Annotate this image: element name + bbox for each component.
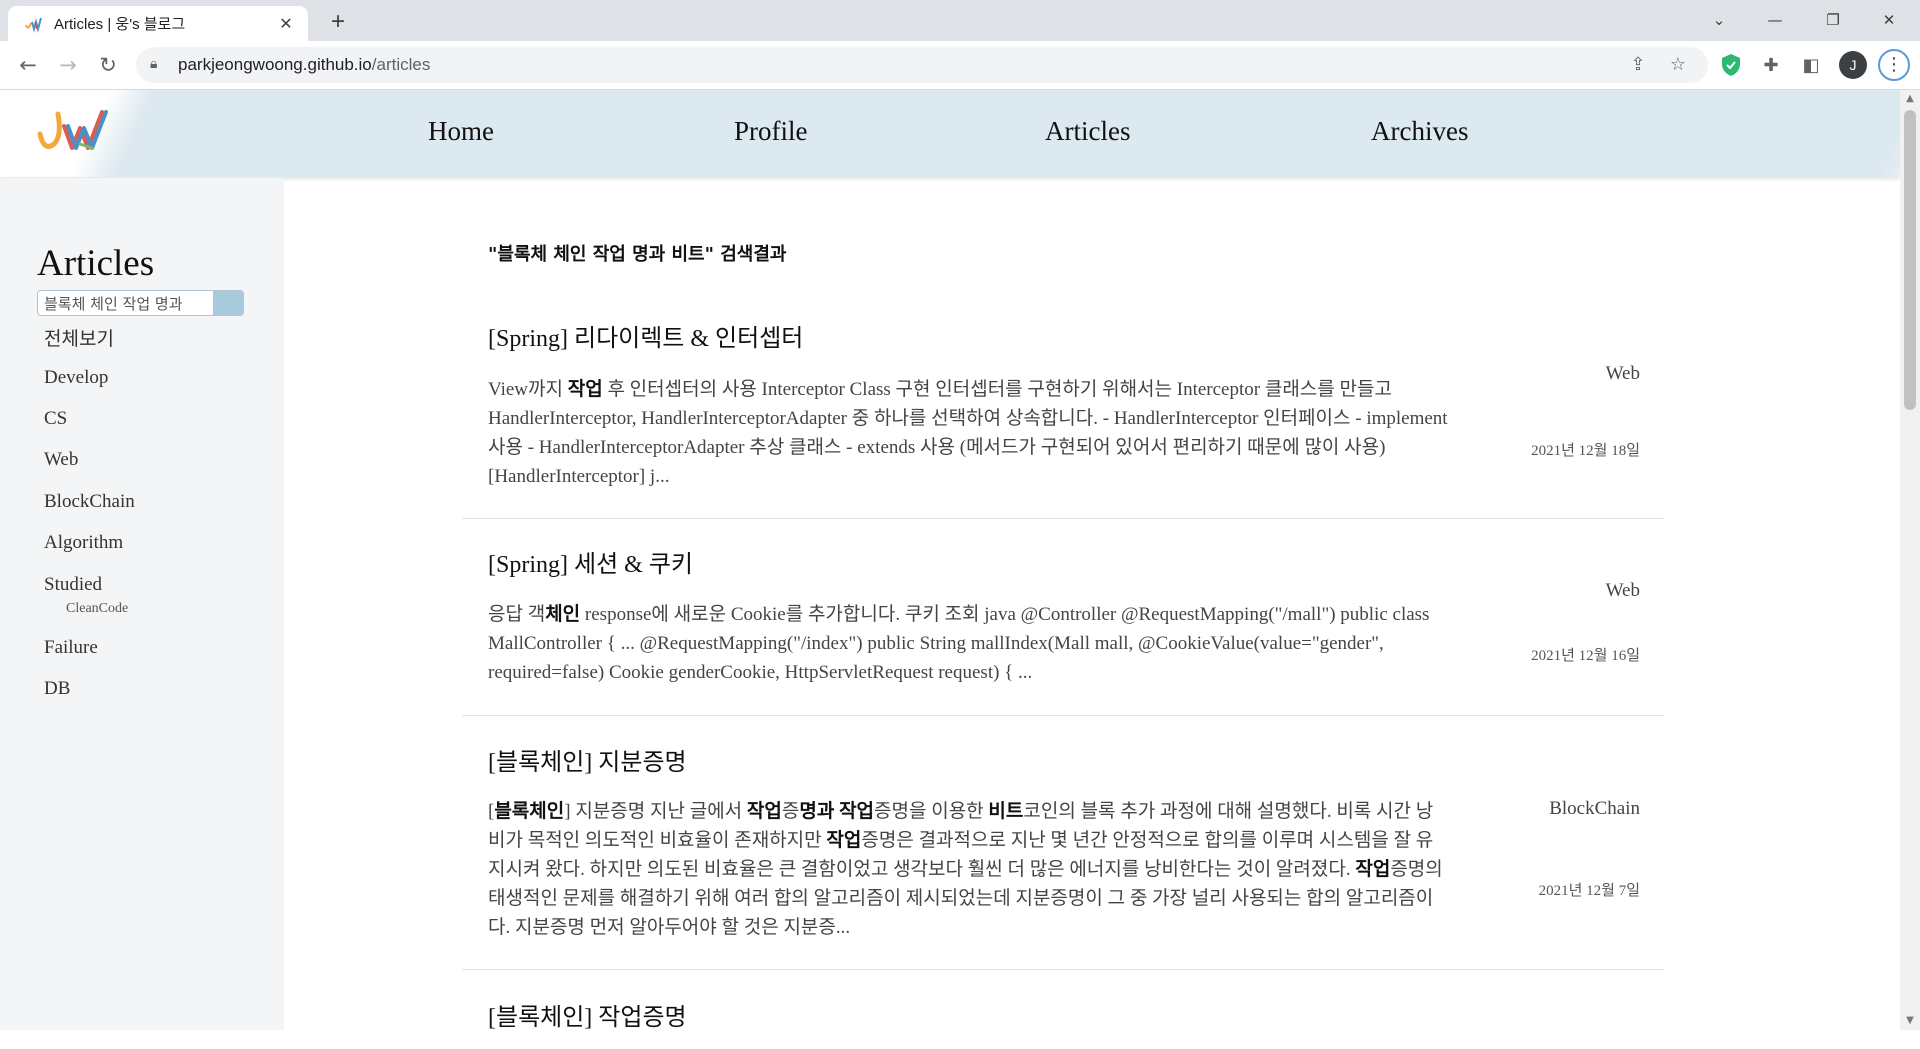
url-text: parkjeongwoong.github.io/articles	[178, 55, 431, 74]
post-date: 2021년 12월 16일	[1531, 648, 1640, 664]
sidebar-item-db[interactable]: DB	[44, 678, 70, 700]
post-card[interactable]: [블록체인] 작업증명	[462, 969, 1664, 1049]
site-favicon-icon	[25, 17, 42, 33]
search-input-value: 블록체 체인 작업 명과	[44, 295, 183, 313]
post-card[interactable]: [Spring] 리다이렉트 & 인터셉터 View까지 작업 후 인터셉터의 …	[462, 300, 1664, 519]
forward-button[interactable]: →	[52, 49, 84, 81]
lock-icon[interactable]: 🔒︎	[150, 56, 157, 72]
post-excerpt: View까지 작업 후 인터셉터의 사용 Interceptor Class 구…	[488, 379, 1448, 487]
tab-close-icon[interactable]: ✕	[272, 14, 300, 34]
sidebar-item-blockchain[interactable]: BlockChain	[44, 491, 135, 513]
sidebar-item-cs[interactable]: CS	[44, 408, 67, 430]
tab-search-dropdown-icon[interactable]: ⌄	[1696, 0, 1742, 40]
window-close-button[interactable]: ✕	[1866, 0, 1912, 40]
shield-extension-icon[interactable]	[1718, 53, 1744, 79]
post-category[interactable]: Web	[1606, 580, 1640, 602]
post-card[interactable]: [블록체인] 지분증명 [블록체인] 지분증명 지난 글에서 작업증명과 작업증…	[462, 715, 1664, 970]
post-card[interactable]: [Spring] 세션 & 쿠키 응답 객체인 response에 새로운 Co…	[462, 518, 1664, 716]
site-logo[interactable]	[36, 104, 120, 160]
post-title[interactable]: [블록체인] 지분증명	[488, 742, 687, 777]
nav-articles[interactable]: Articles	[1045, 116, 1130, 147]
post-title[interactable]: [블록체인] 작업증명	[488, 997, 687, 1032]
post-date: 2021년 12월 7일	[1538, 883, 1640, 899]
sidebar-item-algorithm[interactable]: Algorithm	[44, 532, 123, 554]
sidebar-item-failure[interactable]: Failure	[44, 637, 98, 659]
side-panel-icon[interactable]: ◧	[1798, 53, 1824, 79]
new-tab-button[interactable]: +	[322, 6, 354, 38]
reload-button[interactable]: ↻	[92, 49, 124, 81]
sidebar: Articles 블록체 체인 작업 명과 전체보기 Develop CS We…	[0, 178, 284, 1030]
post-title[interactable]: [Spring] 세션 & 쿠키	[488, 544, 693, 579]
profile-avatar[interactable]: J	[1839, 51, 1867, 79]
star-icon[interactable]: ☆	[1664, 51, 1692, 79]
scroll-up-arrow-icon[interactable]: ▲	[1900, 90, 1920, 108]
browser-tab-bar: Articles | 웅's 블로그 ✕ + ⌄ — ❐ ✕	[0, 0, 1920, 41]
scrollbar-thumb[interactable]	[1904, 110, 1916, 410]
share-icon[interactable]: ⇪	[1624, 51, 1652, 79]
post-excerpt: 응답 객체인 response에 새로운 Cookie를 추가합니다. 쿠키 조…	[488, 604, 1430, 683]
minimize-button[interactable]: —	[1752, 0, 1798, 40]
sidebar-item-develop[interactable]: Develop	[44, 367, 108, 389]
address-bar-row: ← → ↻ 🔒︎ parkjeongwoong.github.io/articl…	[0, 41, 1920, 90]
url-input[interactable]: 🔒︎ parkjeongwoong.github.io/articles ⇪ ☆	[136, 47, 1708, 83]
sidebar-subitem-cleancode[interactable]: CleanCode	[66, 601, 128, 617]
sidebar-item-all[interactable]: 전체보기	[44, 324, 114, 351]
post-date: 2021년 12월 18일	[1531, 443, 1640, 459]
back-button[interactable]: ←	[12, 49, 44, 81]
search-input[interactable]: 블록체 체인 작업 명과	[37, 290, 244, 316]
post-category[interactable]: Web	[1606, 363, 1640, 385]
post-category[interactable]: BlockChain	[1549, 798, 1640, 820]
browser-tab[interactable]: Articles | 웅's 블로그 ✕	[8, 6, 308, 41]
restore-button[interactable]: ❐	[1810, 0, 1856, 40]
search-result-heading: "블록체 체인 작업 명과 비트" 검색결과	[488, 244, 787, 265]
sidebar-item-web[interactable]: Web	[44, 449, 78, 471]
puzzle-extensions-icon[interactable]: ✚	[1758, 53, 1784, 79]
nav-profile[interactable]: Profile	[734, 116, 808, 147]
scroll-down-arrow-icon[interactable]: ▼	[1900, 1012, 1920, 1030]
search-selection-highlight	[213, 291, 243, 315]
page-scrollbar[interactable]: ▲ ▼	[1900, 90, 1920, 1030]
sidebar-title: Articles	[37, 243, 155, 284]
menu-icon[interactable]: ⋮	[1878, 49, 1910, 81]
post-excerpt: [블록체인] 지분증명 지난 글에서 작업증명과 작업증명을 이용한 비트코인의…	[488, 801, 1443, 938]
post-title[interactable]: [Spring] 리다이렉트 & 인터셉터	[488, 318, 803, 353]
sidebar-item-studied[interactable]: Studied	[44, 574, 102, 596]
tab-title: Articles | 웅's 블로그	[54, 16, 186, 33]
nav-archives[interactable]: Archives	[1371, 116, 1468, 147]
site-header: Home Profile Articles Archives	[0, 90, 1900, 177]
nav-home[interactable]: Home	[428, 116, 494, 147]
